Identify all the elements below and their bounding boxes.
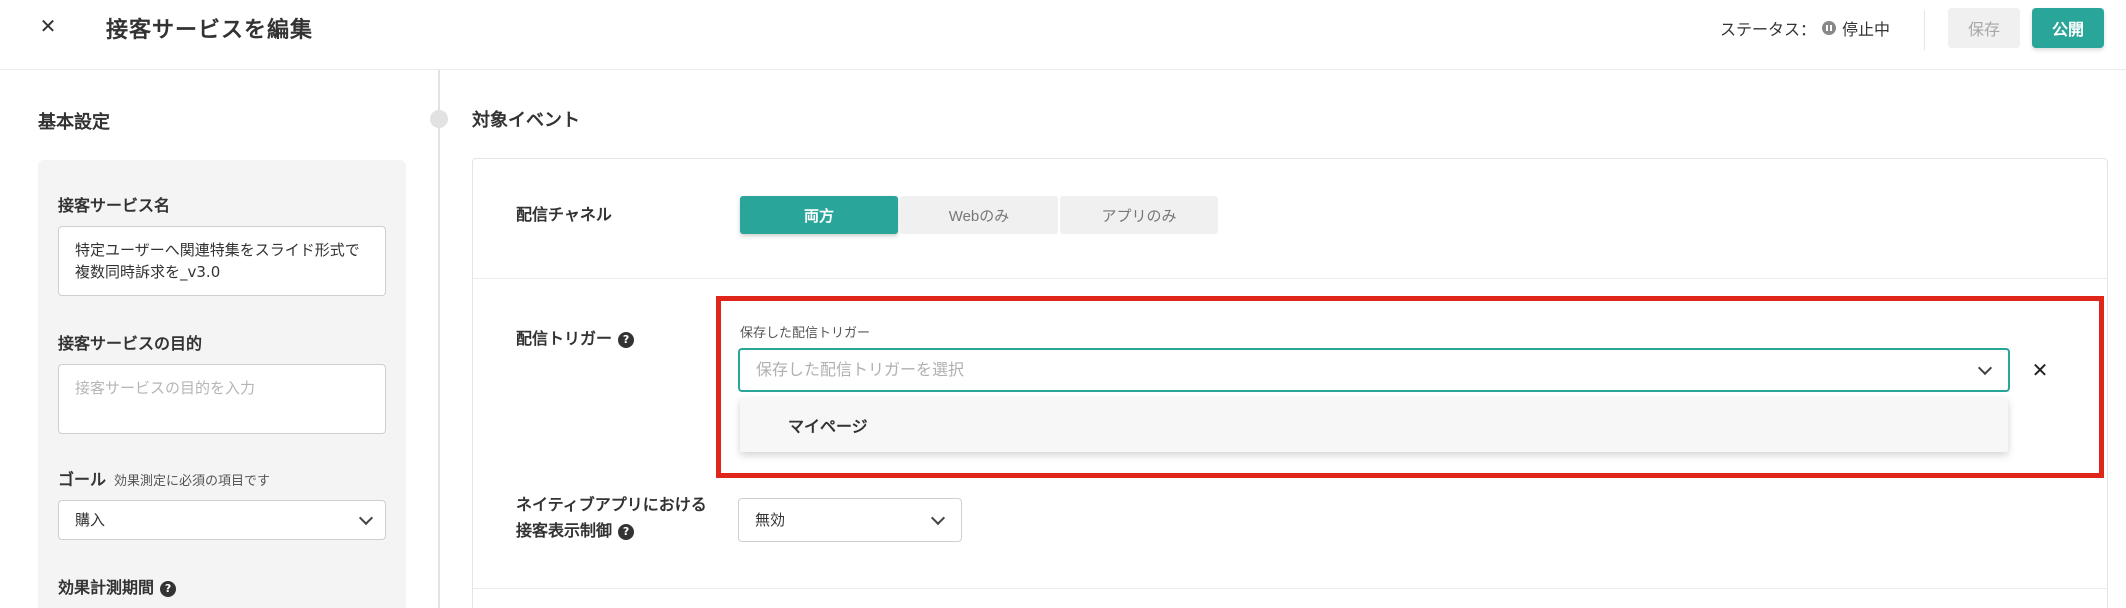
native-control-value: 無効 — [755, 511, 786, 529]
goal-note: 効果測定に必須の項目です — [114, 474, 271, 489]
pause-icon — [1822, 21, 1837, 35]
help-icon[interactable]: ? — [618, 523, 635, 540]
purpose-label: 接客サービスの目的 — [58, 334, 203, 353]
header-bar: ✕ 接客サービスを編集 ステータス： 停止中 保存 公開 — [0, 0, 2126, 70]
service-name-label: 接客サービス名 — [58, 196, 171, 215]
period-label: 効果計測期間? — [58, 574, 177, 598]
status-label: ステータス： — [1720, 20, 1817, 39]
channel-label: 配信チャネル — [516, 205, 612, 224]
channel-both-button[interactable]: 両方 — [740, 196, 898, 234]
status-indicator: ステータス： 停止中 — [1720, 16, 1890, 40]
channel-app-button[interactable]: アプリのみ — [1060, 196, 1218, 234]
timeline-dot — [430, 110, 448, 128]
native-control-select[interactable]: 無効 — [738, 498, 962, 542]
trigger-label-text: 配信トリガー — [516, 329, 613, 348]
row-divider — [473, 588, 2107, 589]
close-icon[interactable]: ✕ — [36, 14, 60, 38]
header-divider — [1924, 10, 1925, 50]
native-control-label: ネイティブアプリにおける 接客表示制御? — [516, 492, 707, 544]
native-control-label-line1: ネイティブアプリにおける — [516, 495, 707, 514]
page-title: 接客サービスを編集 — [106, 18, 314, 43]
goal-select-value: 購入 — [75, 511, 106, 529]
period-label-text: 効果計測期間 — [58, 578, 155, 597]
status-value: 停止中 — [1842, 20, 1891, 39]
publish-button[interactable]: 公開 — [2032, 8, 2104, 48]
save-button[interactable]: 保存 — [1948, 8, 2020, 48]
chevron-down-icon — [358, 510, 374, 526]
goal-label-text: ゴール — [58, 470, 107, 489]
help-icon[interactable]: ? — [618, 331, 635, 348]
goal-select[interactable]: 購入 — [58, 500, 386, 540]
chevron-down-icon — [930, 510, 946, 526]
channel-segmented-control: 両方 Webのみ アプリのみ — [740, 196, 1218, 234]
service-name-input[interactable]: 特定ユーザーへ関連特集をスライド形式で複数同時訴求を_v3.0 — [58, 226, 386, 296]
timeline-line — [438, 70, 440, 608]
basic-settings-title: 基本設定 — [38, 112, 110, 133]
purpose-input[interactable]: 接客サービスの目的を入力 — [58, 364, 386, 434]
channel-web-button[interactable]: Webのみ — [900, 196, 1058, 234]
trigger-label: 配信トリガー? — [516, 326, 635, 352]
row-divider — [473, 278, 2107, 279]
native-control-label-line2: 接客表示制御 — [516, 521, 613, 540]
native-control-label-line2-wrap: 接客表示制御? — [516, 518, 707, 544]
help-icon[interactable]: ? — [160, 580, 177, 597]
target-event-title: 対象イベント — [472, 110, 580, 131]
highlight-box — [716, 296, 2104, 478]
goal-label: ゴール 効果測定に必須の項目です — [58, 466, 270, 490]
